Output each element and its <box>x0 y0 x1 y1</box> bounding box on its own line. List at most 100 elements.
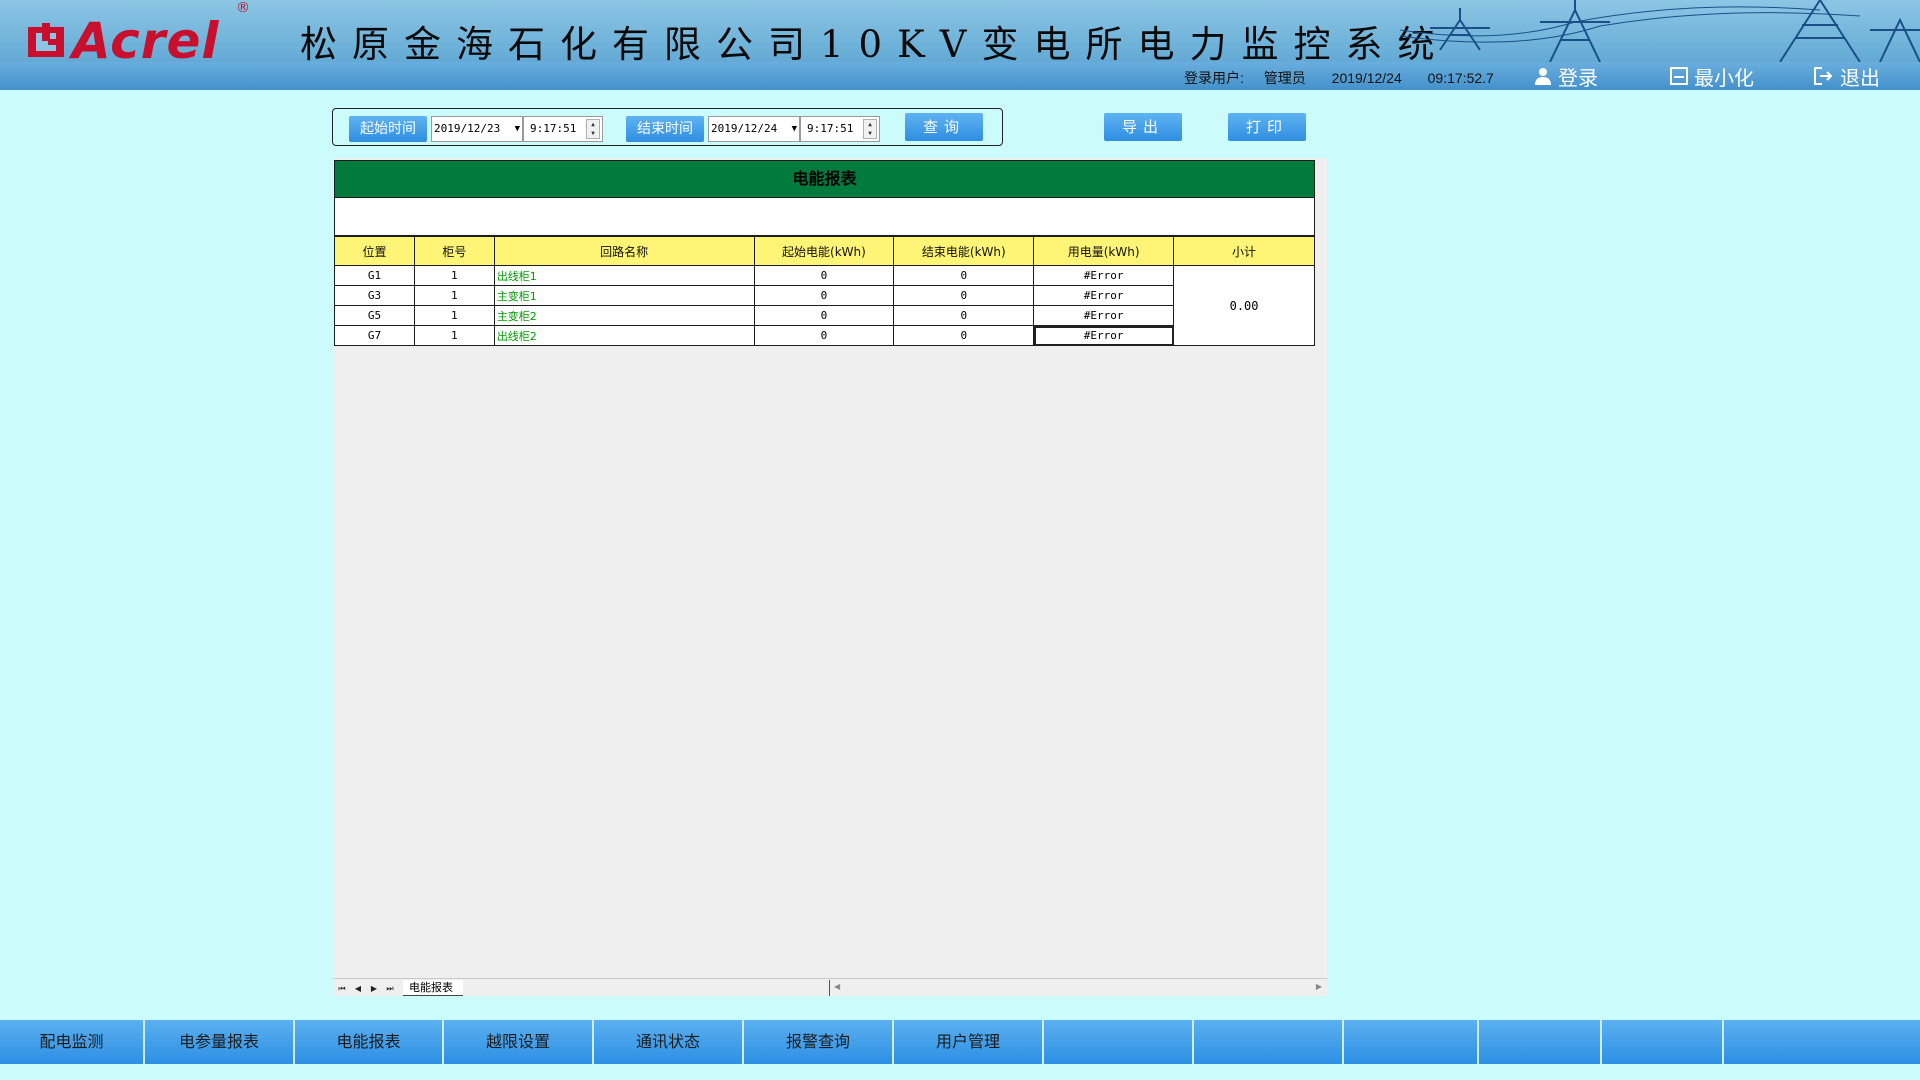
nav-limit-settings[interactable]: 越限设置 <box>444 1020 594 1064</box>
user-icon <box>1535 68 1551 85</box>
nav-empty-slot[interactable] <box>1344 1020 1479 1064</box>
sheet-tab-energy-report[interactable]: 电能报表 <box>403 980 463 996</box>
header-status-bar <box>0 62 1920 90</box>
cell-start-energy[interactable]: 0 <box>753 285 895 306</box>
col-header-end-energy: 结束电能(kWh) <box>893 236 1035 266</box>
cell-cabinet[interactable]: 1 <box>413 325 495 346</box>
start-time-input[interactable]: 9:17:51 ▲ ▼ <box>523 116 603 142</box>
table-row[interactable]: G1 1 出线柜1 0 0 #Error 0.00 <box>334 265 1315 346</box>
cell-start-energy[interactable]: 0 <box>753 265 895 286</box>
cell-cabinet[interactable]: 1 <box>413 305 495 326</box>
end-time-spinner[interactable]: ▲ ▼ <box>863 119 877 139</box>
last-sheet-icon[interactable]: ⏭ <box>383 982 397 995</box>
table-row[interactable]: G3 1 主变柜1 0 0 #Error <box>334 285 1315 306</box>
cell-usage[interactable]: #Error <box>1033 305 1175 326</box>
cell-circuit-name[interactable]: 主变柜1 <box>493 285 755 306</box>
next-sheet-icon[interactable]: ▶ <box>367 982 381 995</box>
nav-empty-slot[interactable] <box>1724 1020 1840 1064</box>
cell-usage[interactable]: #Error <box>1033 265 1175 286</box>
end-date-value: 2019/12/24 <box>711 122 778 135</box>
bottom-strip <box>0 1064 1920 1080</box>
cell-end-energy[interactable]: 0 <box>893 265 1035 286</box>
scroll-left-icon[interactable]: ◀ <box>834 982 840 991</box>
nav-electrical-params-report[interactable]: 电参量报表 <box>145 1020 295 1064</box>
col-header-usage: 用电量(kWh) <box>1033 236 1175 266</box>
table-row[interactable]: G7 1 出线柜2 0 0 #Error <box>334 325 1315 346</box>
nav-distribution-monitoring[interactable]: 配电监测 <box>0 1020 145 1064</box>
query-toolbar: 起始时间 2019/12/23 ▼ 9:17:51 ▲ ▼ 结束时间 2019/1… <box>332 108 1003 146</box>
cell-start-energy[interactable]: 0 <box>753 325 895 346</box>
app-header: Acrel ® 松原金海石化有限公司10KV变电所电力监控系统 登录用户: 管理… <box>0 0 1920 90</box>
prev-sheet-icon[interactable]: ◀ <box>351 982 365 995</box>
report-subheader <box>334 198 1315 236</box>
cell-cabinet[interactable]: 1 <box>413 285 495 306</box>
sheet-tab-bar: ⏮ ◀ ▶ ⏭ 电能报表 ◀ ▶ <box>333 978 1327 996</box>
cell-subtotal[interactable]: 0.00 <box>1173 265 1315 346</box>
cell-usage[interactable]: #Error <box>1033 285 1175 306</box>
end-time-input[interactable]: 9:17:51 ▲ ▼ <box>800 116 880 142</box>
exit-icon <box>1814 67 1833 85</box>
col-header-subtotal: 小计 <box>1173 236 1315 266</box>
nav-alarm-query[interactable]: 报警查询 <box>744 1020 894 1064</box>
cell-position[interactable]: G7 <box>334 325 415 346</box>
export-button[interactable]: 导出 <box>1104 113 1182 141</box>
nav-empty-slot[interactable] <box>1044 1020 1194 1064</box>
cell-circuit-name[interactable]: 出线柜2 <box>493 325 755 346</box>
start-date-value: 2019/12/23 <box>434 122 501 135</box>
current-date: 2019/12/24 <box>1331 70 1402 86</box>
chevron-down-icon[interactable]: ▼ <box>515 117 520 141</box>
bottom-navigation: 配电监测 电参量报表 电能报表 越限设置 通讯状态 报警查询 用户管理 <box>0 1020 1920 1064</box>
cell-end-energy[interactable]: 0 <box>893 325 1035 346</box>
start-time-label: 起始时间 <box>349 116 427 142</box>
chevron-down-icon[interactable]: ▼ <box>792 117 797 141</box>
registered-mark: ® <box>236 0 250 16</box>
login-button-label: 登录 <box>1558 65 1598 90</box>
start-date-picker[interactable]: 2019/12/23 ▼ <box>431 116 523 142</box>
login-user-name: 管理员 <box>1263 70 1306 86</box>
query-button[interactable]: 查询 <box>905 113 983 141</box>
login-button[interactable]: 登录 <box>1534 64 1598 90</box>
col-header-start-energy: 起始电能(kWh) <box>753 236 895 266</box>
cell-cabinet[interactable]: 1 <box>413 265 495 286</box>
scroll-right-icon[interactable]: ▶ <box>1316 982 1322 991</box>
print-button[interactable]: 打印 <box>1228 113 1306 141</box>
table-row[interactable]: G5 1 主变柜2 0 0 #Error <box>334 305 1315 326</box>
login-user-label: 登录用户: <box>1184 70 1244 86</box>
start-time-value: 9:17:51 <box>530 122 577 135</box>
report-title: 电能报表 <box>334 160 1315 198</box>
exit-button-label: 退出 <box>1840 65 1880 90</box>
report-sheet: 电能报表 位置 柜号 回路名称 起始电能(kWh) 结束电能(kWh) 用电量(… <box>333 158 1327 996</box>
cell-usage-selected[interactable]: #Error <box>1033 325 1175 346</box>
cell-end-energy[interactable]: 0 <box>893 285 1035 306</box>
start-time-spinner[interactable]: ▲ ▼ <box>586 119 600 139</box>
power-towers-decoration <box>1400 0 1920 62</box>
cell-circuit-name[interactable]: 主变柜2 <box>493 305 755 326</box>
cell-end-energy[interactable]: 0 <box>893 305 1035 326</box>
nav-empty-slot[interactable] <box>1479 1020 1602 1064</box>
nav-empty-slot[interactable] <box>1602 1020 1724 1064</box>
cell-circuit-name[interactable]: 出线柜1 <box>493 265 755 286</box>
system-title: 松原金海石化有限公司10KV变电所电力监控系统 <box>300 23 1450 66</box>
exit-button[interactable]: 退出 <box>1814 64 1880 90</box>
cell-start-energy[interactable]: 0 <box>753 305 895 326</box>
logo-text: Acrel <box>72 12 220 70</box>
cell-position[interactable]: G5 <box>334 305 415 326</box>
nav-user-management[interactable]: 用户管理 <box>894 1020 1044 1064</box>
minimize-button[interactable]: 最小化 <box>1670 64 1754 90</box>
energy-report-table: 位置 柜号 回路名称 起始电能(kWh) 结束电能(kWh) 用电量(kWh) … <box>334 236 1315 346</box>
end-time-value: 9:17:51 <box>807 122 854 135</box>
table-header-row: 位置 柜号 回路名称 起始电能(kWh) 结束电能(kWh) 用电量(kWh) … <box>334 236 1315 266</box>
end-date-picker[interactable]: 2019/12/24 ▼ <box>708 116 800 142</box>
nav-communication-status[interactable]: 通讯状态 <box>594 1020 744 1064</box>
minimize-button-label: 最小化 <box>1694 65 1754 90</box>
nav-empty-slot[interactable] <box>1194 1020 1344 1064</box>
current-time: 09:17:52.7 <box>1427 70 1494 86</box>
cell-position[interactable]: G3 <box>334 285 415 306</box>
horizontal-scrollbar[interactable]: ◀ ▶ <box>829 980 1326 996</box>
col-header-cabinet: 柜号 <box>413 236 495 266</box>
cell-position[interactable]: G1 <box>334 265 415 286</box>
minimize-icon <box>1670 67 1688 85</box>
acrel-logo: Acrel <box>26 16 220 66</box>
first-sheet-icon[interactable]: ⏮ <box>335 982 349 995</box>
nav-energy-report[interactable]: 电能报表 <box>295 1020 444 1064</box>
